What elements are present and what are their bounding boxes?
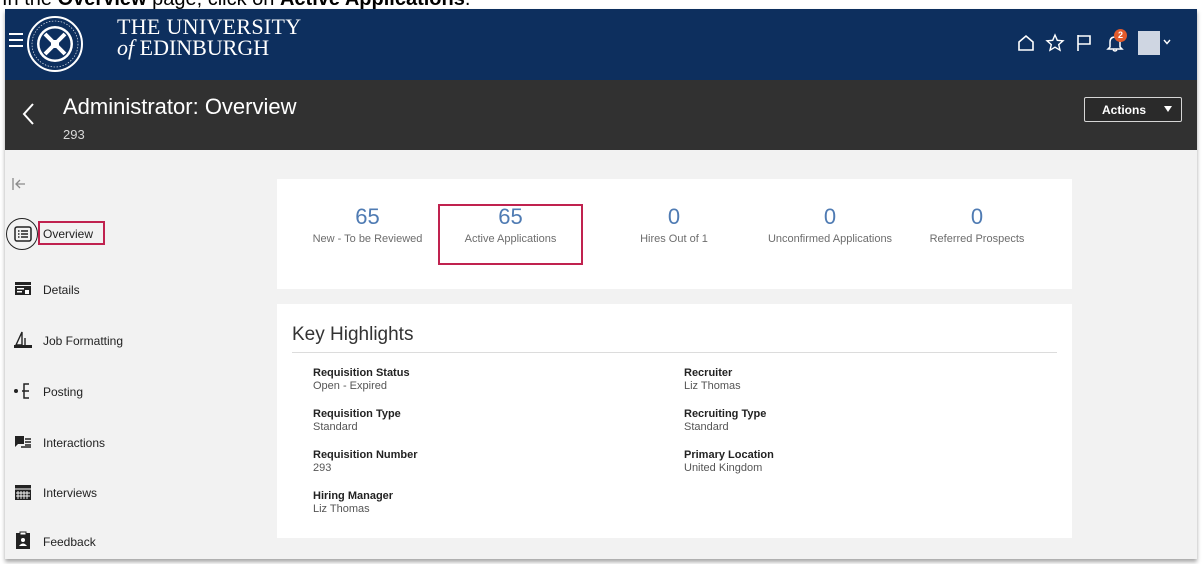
back-arrow-icon[interactable] [21, 102, 35, 126]
menu-icon[interactable] [9, 33, 23, 47]
sidebar-item-feedback[interactable]: Feedback [5, 527, 245, 557]
university-crest-logo[interactable] [26, 15, 84, 73]
metric-label: Active Applications [464, 233, 557, 245]
page-subtitle: 293 [63, 127, 85, 142]
sidebar-item-overview[interactable]: Overview [5, 218, 245, 252]
posting-icon [14, 383, 29, 399]
metric-label: Unconfirmed Applications [767, 233, 893, 245]
metric-label: New - To be Reviewed [312, 233, 423, 245]
university-name: THE UNIVERSITY of EDINBURGH [117, 14, 302, 60]
feedback-icon [16, 531, 30, 549]
metric-value: 0 [970, 204, 984, 229]
actions-button[interactable]: Actions [1084, 97, 1182, 122]
metric-referred-prospects[interactable]: 0 Referred Prospects [912, 204, 1042, 246]
home-icon[interactable] [1016, 33, 1036, 53]
field-requisition-type: Requisition Type Standard [313, 408, 401, 433]
brand-line-1: THE UNIVERSITY [117, 14, 302, 39]
global-header: THE UNIVERSITY of EDINBURGH 2 [5, 9, 1197, 80]
chevron-down-icon[interactable] [1162, 37, 1172, 47]
sidebar-item-details[interactable]: Details [5, 275, 245, 305]
user-avatar[interactable] [1138, 31, 1160, 55]
metric-unconfirmed-applications[interactable]: 0 Unconfirmed Applications [750, 204, 910, 246]
sidebar-item-interactions[interactable]: Interactions [5, 428, 245, 458]
metric-hires-out-of[interactable]: 0 Hires Out of 1 [599, 204, 749, 246]
field-recruiter: Recruiter Liz Thomas [684, 367, 741, 392]
star-icon[interactable] [1045, 33, 1065, 53]
app-window: THE UNIVERSITY of EDINBURGH 2 Administra… [5, 9, 1197, 559]
details-icon [15, 282, 31, 295]
sidebar-item-label: Overview [43, 227, 94, 241]
notifications-button[interactable]: 2 [1105, 29, 1127, 53]
notification-badge: 2 [1114, 29, 1127, 42]
key-highlights-title: Key Highlights [292, 324, 414, 345]
actions-label: Actions [1102, 103, 1147, 117]
metric-label: Referred Prospects [929, 233, 1025, 245]
key-highlights-card: Key Highlights Requisition Status Open -… [277, 304, 1072, 538]
field-hiring-manager: Hiring Manager Liz Thomas [313, 490, 394, 515]
field-primary-location: Primary Location United Kingdom [684, 449, 774, 474]
sidebar: Overview Details Job Formatting Posting … [5, 150, 255, 559]
sidebar-item-label: Job Formatting [43, 334, 124, 348]
overview-icon [14, 226, 32, 242]
metric-value: 0 [823, 204, 837, 229]
sidebar-item-label: Interviews [43, 486, 98, 500]
sidebar-item-label: Feedback [43, 535, 96, 549]
page-header: Administrator: Overview 293 Actions [5, 80, 1197, 150]
sidebar-item-posting[interactable]: Posting [5, 377, 245, 407]
sidebar-item-label: Interactions [43, 436, 106, 450]
brand-line-2: of EDINBURGH [117, 35, 270, 60]
metric-value: 0 [667, 204, 681, 229]
job-formatting-icon [14, 331, 32, 348]
field-requisition-status: Requisition Status Open - Expired [313, 367, 410, 392]
interviews-icon [15, 485, 31, 500]
sidebar-item-label: Posting [43, 385, 84, 399]
metric-new-to-be-reviewed[interactable]: 65 New - To be Reviewed [295, 204, 440, 246]
summary-metrics-card: 65 New - To be Reviewed 65 Active Applic… [277, 179, 1072, 289]
sidebar-item-job-formatting[interactable]: Job Formatting [5, 326, 245, 356]
page-title: Administrator: Overview [63, 94, 297, 119]
field-requisition-number: Requisition Number 293 [313, 449, 418, 474]
field-recruiting-type: Recruiting Type Standard [684, 408, 767, 433]
interactions-icon [15, 436, 31, 448]
metric-value: 65 [355, 204, 380, 229]
sidebar-item-interviews[interactable]: Interviews [5, 478, 245, 508]
flag-icon[interactable] [1074, 33, 1094, 53]
metric-active-applications[interactable]: 65 Active Applications [440, 204, 581, 246]
metric-value: 65 [498, 204, 523, 229]
caret-down-icon [1164, 106, 1172, 112]
sidebar-item-label: Details [43, 283, 80, 297]
divider [292, 352, 1057, 353]
collapse-sidebar-icon[interactable] [12, 178, 26, 190]
metric-label: Hires Out of 1 [640, 233, 708, 245]
